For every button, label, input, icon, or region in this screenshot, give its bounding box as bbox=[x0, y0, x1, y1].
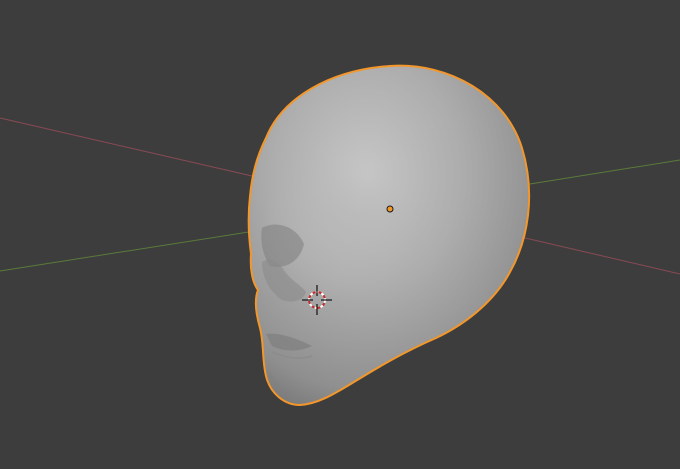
object-origin-dot[interactable] bbox=[386, 205, 394, 213]
viewport-canvas[interactable] bbox=[0, 0, 680, 469]
3d-viewport[interactable] bbox=[0, 0, 680, 469]
